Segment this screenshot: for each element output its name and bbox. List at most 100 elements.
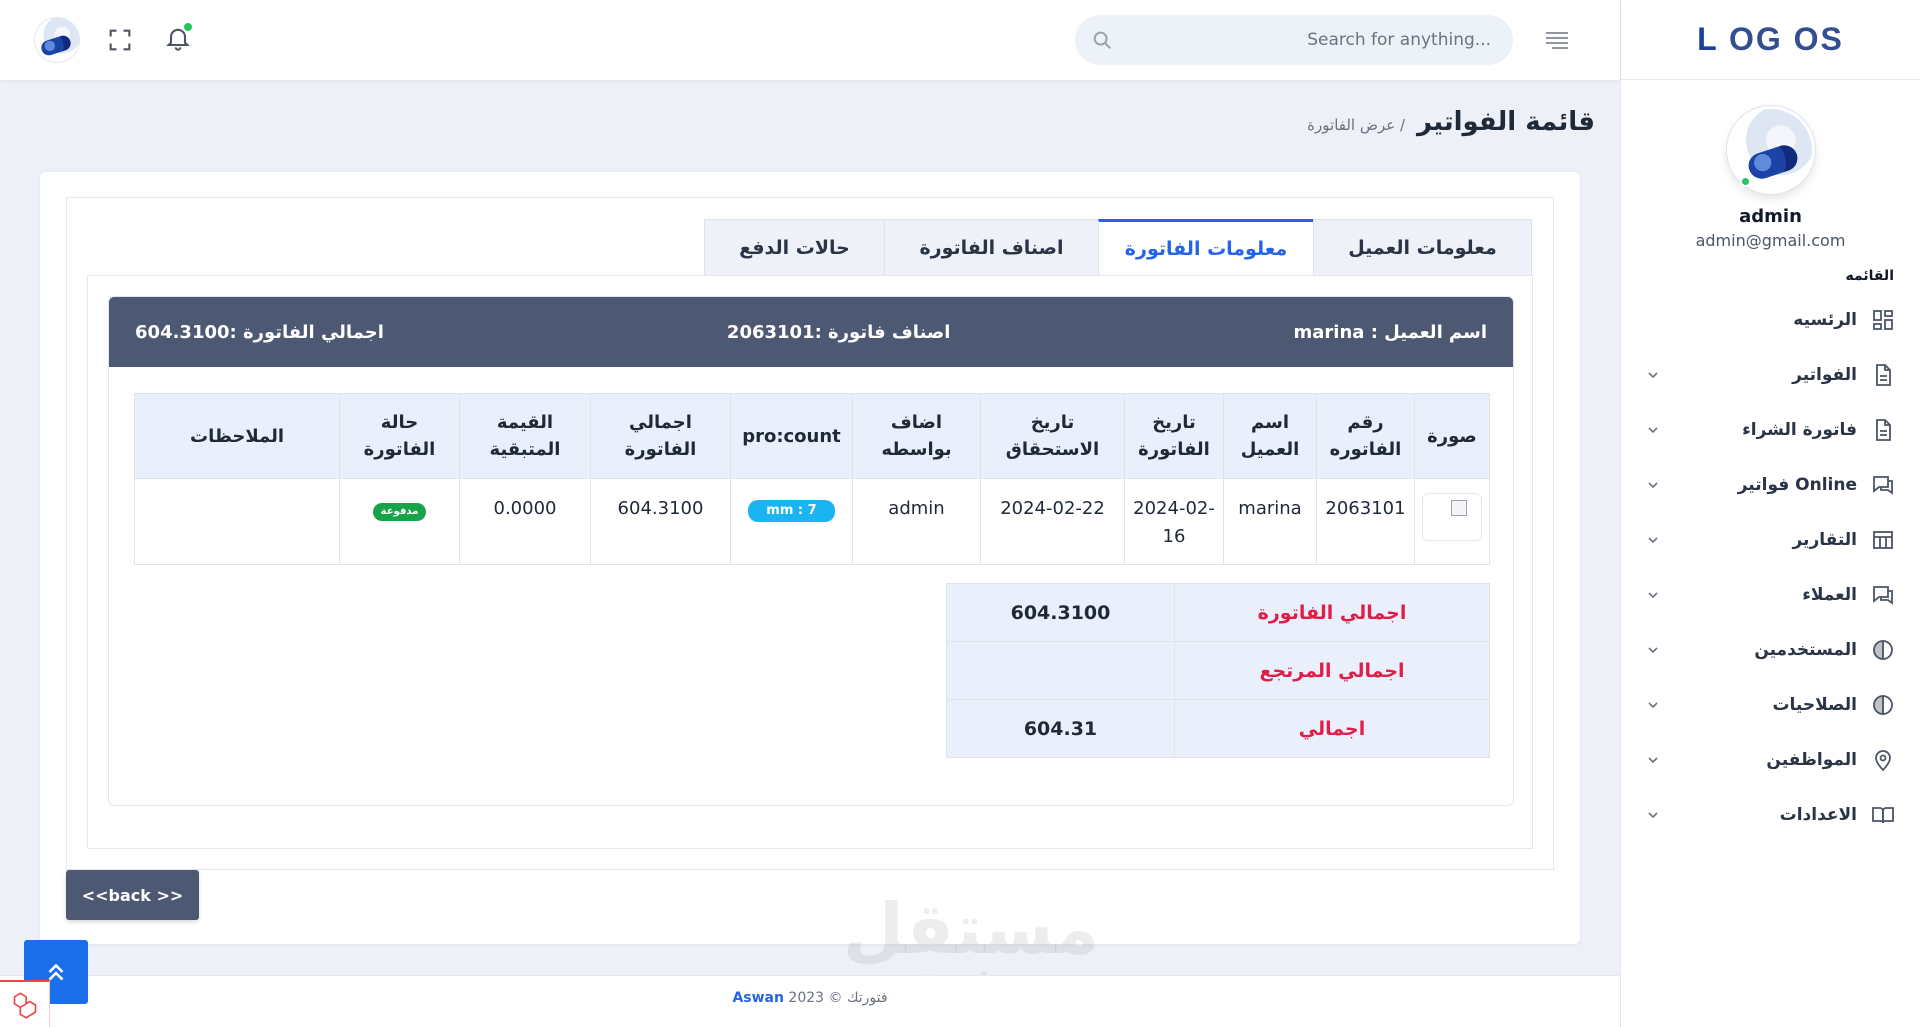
totals-row: اجمالي 604.31 [946,699,1490,758]
chevron-down-icon [1648,701,1658,708]
status-badge: مدفوعة [372,503,427,521]
sidebar-item-label: الفواتير [1792,364,1857,385]
chevron-down-icon [1648,371,1658,378]
col-notes: الملاحظات [134,393,340,479]
totals-label: اجمالي [1174,699,1490,758]
sidebar-item-label: فواتير Online [1737,474,1857,495]
banner-customer: اسم العميل : marina [1293,321,1487,343]
sidebar-item-label: العملاء [1802,584,1857,605]
chevron-down-icon [1648,811,1658,818]
breadcrumb[interactable]: / عرض الفاتورة [1307,116,1405,134]
dashboard-icon [1873,309,1893,330]
sidebar-item-label: الصلاحيات [1772,694,1857,715]
menu-toggle-icon[interactable] [1543,28,1571,52]
sidebar: L OG OS admin admin@gmail.com القائمه ال… [1620,0,1920,1027]
cell-customer: marina [1223,478,1317,565]
half-circle-icon [1873,639,1893,660]
tab-bar: معلومات العميل معلومات الفاتورة اصناف ال… [704,219,1532,276]
footer-copyright: فتورتك © 2023 [788,990,888,1006]
logo-text: OG OS [1728,21,1844,57]
invoice-table: صورة رقم الفاتوره اسم العميل تاريخ الفات… [134,393,1490,565]
book-icon [1872,806,1894,823]
footer-link[interactable]: Aswan [732,990,784,1006]
col-customer: اسم العميل [1223,393,1317,479]
chevron-down-icon [1648,591,1658,598]
col-image: صورة [1414,393,1490,479]
sidebar-menu: الرئسيه الفواتير فاتورة الشراء فواتير On… [1621,292,1920,842]
totals-value: 604.3100 [946,583,1175,642]
avatar[interactable] [1726,106,1815,194]
cell-notes [134,478,340,565]
sidebar-item-home[interactable]: الرئسيه [1621,292,1920,347]
sidebar-item-invoices[interactable]: الفواتير [1621,347,1920,402]
logo-bar: L OG OS [1621,0,1920,80]
search-bar [1075,15,1513,65]
cell-total: 604.3100 [590,478,731,565]
sidebar-item-clients[interactable]: العملاء [1621,567,1920,622]
chevron-down-icon [1648,481,1658,488]
footer-text: فتورتك © 2023 Aswan [0,990,1620,1006]
page-title: قائمة الفواتير [1417,107,1595,137]
col-remaining: القيمة المتبقية [459,393,591,479]
tab-invoice-items[interactable]: اصناف الفاتورة [884,219,1098,276]
sidebar-item-users[interactable]: المستخدمين [1621,622,1920,677]
chat-icon [1873,475,1893,495]
sidebar-item-reports[interactable]: التقارير [1621,512,1920,567]
chevron-down-icon [1648,536,1658,543]
profile-email: admin@gmail.com [1695,231,1846,250]
sidebar-item-label: المواظفين [1766,749,1857,770]
cell-added-by: admin [852,478,981,565]
totals-row: اجمالي المرتجع [946,641,1490,700]
chevron-down-icon [1648,756,1658,763]
online-status-dot [1739,176,1751,187]
chevron-down-icon [1648,426,1658,433]
location-pin-icon [1875,749,1891,771]
sidebar-item-purchase-invoice[interactable]: فاتورة الشراء [1621,402,1920,457]
col-due-date: تاريخ الاستحقاق [980,393,1125,479]
tabs-container: معلومات العميل معلومات الفاتورة اصناف ال… [66,197,1554,870]
col-total: اجمالي الفاتورة [590,393,731,479]
search-icon[interactable] [1091,29,1113,51]
document-icon [1876,363,1891,386]
tab-panel: اسم العميل : marina اصناف فاتورة :206310… [87,275,1533,849]
sidebar-item-employees[interactable]: المواظفين [1621,732,1920,787]
logo[interactable]: L OG OS [1697,21,1844,58]
chat-icon [1873,585,1893,605]
laravel-debug-icon[interactable] [0,980,50,1027]
banner-total: اجمالي الفاتورة :604.3100 [135,321,384,343]
col-invoice-date: تاريخ الفاتورة [1124,393,1224,479]
sidebar-item-settings[interactable]: الاعدادات [1621,787,1920,842]
sidebar-item-label: فاتورة الشراء [1742,419,1857,440]
col-invoice-number: رقم الفاتوره [1316,393,1415,479]
invoice-card: معلومات العميل معلومات الفاتورة اصناف ال… [40,172,1580,944]
user-avatar-button[interactable] [35,18,79,62]
cell-count: mm : 7 [730,478,853,565]
table-row: 2063101 marina 2024-02-16 2024-02-22 adm… [134,478,1490,565]
sidebar-item-permissions[interactable]: الصلاحيات [1621,677,1920,732]
search-input[interactable] [1113,30,1491,50]
table-header-row: صورة رقم الفاتوره اسم العميل تاريخ الفات… [134,393,1490,479]
tab-payment-status[interactable]: حالات الدفع [704,219,884,276]
invoice-image[interactable] [1422,493,1482,541]
banner-items: اصناف فاتورة :2063101 [726,321,951,343]
totals-value: 604.31 [946,699,1175,758]
cell-remaining: 0.0000 [459,478,591,565]
half-circle-icon [1873,694,1893,715]
cell-image [1414,478,1490,565]
cell-invoice-date: 2024-02-16 [1124,478,1224,565]
profile-name: admin [1739,206,1802,227]
totals-label: اجمالي المرتجع [1174,641,1490,700]
top-header [0,0,1620,80]
fullscreen-icon[interactable] [106,26,134,54]
cell-status: مدفوعة [339,478,460,565]
cell-invoice-number: 2063101 [1316,478,1415,565]
sidebar-item-label: الاعدادات [1779,804,1857,825]
footer: فتورتك © 2023 Aswan [0,975,1620,1027]
menu-heading: القائمه [1845,268,1894,284]
broken-image-icon [1451,500,1467,516]
tab-customer-info[interactable]: معلومات العميل [1313,219,1532,276]
tab-invoice-info[interactable]: معلومات الفاتورة [1098,219,1313,276]
back-button[interactable]: <<back >> [66,870,199,920]
sidebar-item-online-invoices[interactable]: فواتير Online [1621,457,1920,512]
invoice-details: اسم العميل : marina اصناف فاتورة :206310… [108,296,1514,806]
